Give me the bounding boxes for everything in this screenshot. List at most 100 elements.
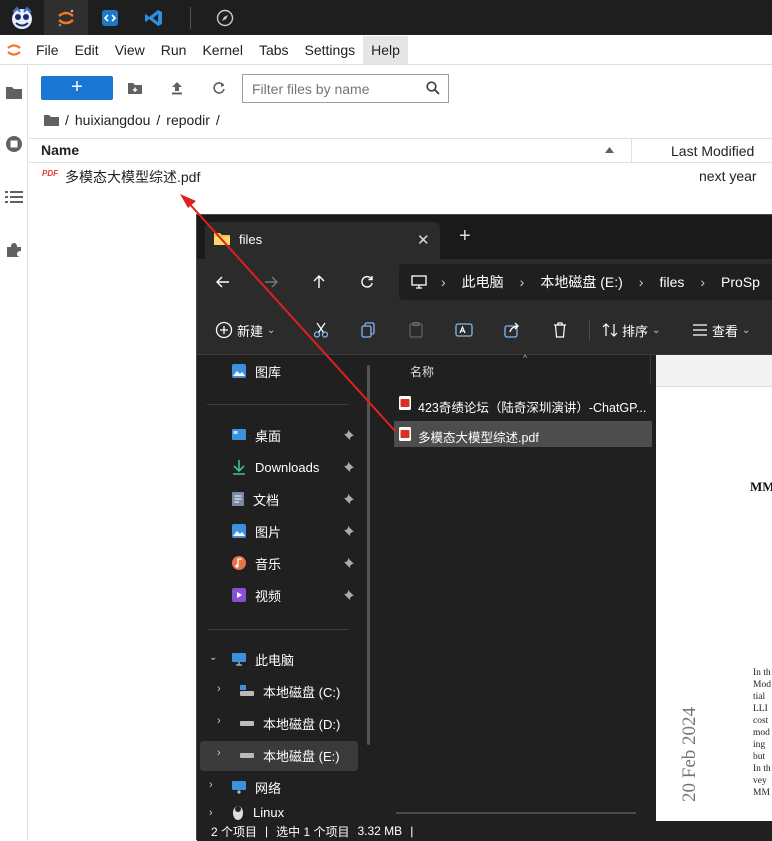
refresh-icon[interactable] (353, 268, 381, 296)
nav-desktop-label: 桌面 (255, 428, 282, 444)
chevron-right-icon[interactable]: › (209, 807, 213, 819)
jupyter-tab-icon[interactable] (44, 0, 88, 35)
upload-icon[interactable] (167, 78, 187, 98)
address-this-pc[interactable]: 此电脑 (462, 272, 504, 292)
nav-drive-d[interactable]: 本地磁盘 (D:) (239, 711, 369, 735)
menu-settings[interactable]: Settings (297, 36, 364, 64)
new-button[interactable]: 新建 ⌄ (215, 319, 275, 341)
nav-scrollbar[interactable] (367, 365, 370, 745)
delete-icon[interactable] (553, 319, 567, 341)
file-row[interactable]: PDF 多模态大模型综述.pdf next year (29, 164, 772, 186)
new-folder-icon[interactable] (125, 78, 145, 98)
nav-documents[interactable]: 文档 (231, 487, 361, 511)
chevron-right-icon[interactable]: › (209, 779, 213, 791)
chevron-right-icon: › (441, 274, 446, 290)
copy-icon[interactable] (360, 319, 376, 341)
nav-this-pc[interactable]: 此电脑 (231, 647, 361, 671)
pin-icon[interactable] (343, 429, 355, 441)
address-bar[interactable]: › 此电脑 › 本地磁盘 (E:) › files › ProSp (399, 264, 772, 300)
filter-files-input[interactable]: Filter files by name (242, 74, 449, 103)
sort-button[interactable]: 排序 ⌄ (602, 319, 660, 341)
preview-line: ing (753, 740, 766, 750)
paste-icon[interactable] (409, 319, 423, 341)
pin-icon[interactable] (343, 461, 355, 473)
tab-title: files (239, 232, 263, 247)
code-editor-icon[interactable] (88, 0, 132, 35)
chevron-right-icon: › (519, 274, 525, 290)
breadcrumb-separator: / (215, 112, 220, 128)
column-divider (650, 355, 651, 385)
nav-music[interactable]: 音乐 (231, 551, 361, 575)
view-label: 查看 (712, 323, 739, 339)
nav-desktop[interactable]: 桌面 (231, 423, 361, 447)
extensions-icon[interactable] (2, 238, 26, 262)
cut-icon[interactable] (313, 319, 329, 341)
view-button[interactable]: 查看 ⌄ (692, 319, 750, 341)
address-prosp[interactable]: ProSp (721, 274, 760, 290)
menu-kernel[interactable]: Kernel (194, 36, 250, 64)
menu-edit[interactable]: Edit (67, 36, 107, 64)
vscode-icon[interactable] (132, 0, 176, 35)
column-name[interactable]: Name (41, 142, 79, 158)
running-kernels-icon[interactable] (2, 132, 26, 156)
new-launcher-button[interactable]: + (41, 76, 113, 100)
chevron-down-icon[interactable]: ⌄ (209, 652, 217, 663)
pin-icon[interactable] (343, 557, 355, 569)
back-arrow-icon[interactable] (209, 268, 237, 296)
sort-up-icon[interactable]: ^ (523, 353, 527, 363)
share-icon[interactable] (504, 319, 520, 341)
close-tab-icon[interactable]: ✕ (417, 231, 430, 249)
status-separator: | (265, 824, 269, 838)
horizontal-scrollbar[interactable] (396, 812, 636, 814)
arrow-head (180, 194, 196, 208)
new-tab-icon[interactable]: + (459, 226, 471, 246)
column-name[interactable]: 名称 (410, 363, 434, 380)
pin-icon[interactable] (343, 493, 355, 505)
command-divider (589, 319, 590, 341)
pin-icon[interactable] (343, 589, 355, 601)
chevron-right-icon[interactable]: › (217, 683, 221, 695)
nav-network[interactable]: 网络 (231, 775, 361, 799)
nav-drive-e[interactable]: 本地磁盘 (E:) (239, 743, 369, 767)
chevron-right-icon: › (700, 274, 706, 290)
sort-ascending-icon[interactable] (605, 147, 614, 153)
refresh-icon[interactable] (209, 78, 229, 98)
menu-file[interactable]: File (28, 36, 67, 64)
file-row-selected[interactable]: 多模态大模型综述.pdf (394, 421, 652, 447)
nav-videos[interactable]: 视频 (231, 583, 361, 607)
nav-gallery[interactable]: 图库 (231, 359, 361, 383)
menu-run[interactable]: Run (153, 36, 195, 64)
pin-icon[interactable] (343, 525, 355, 537)
rename-icon[interactable] (455, 319, 473, 341)
forward-arrow-icon[interactable] (257, 268, 285, 296)
address-files[interactable]: files (659, 274, 684, 290)
table-of-contents-icon[interactable] (2, 185, 26, 209)
up-arrow-icon[interactable] (305, 268, 333, 296)
nav-drive-c[interactable]: 本地磁盘 (C:) (239, 679, 369, 703)
nav-linux[interactable]: Linux (231, 803, 361, 821)
chevron-right-icon[interactable]: › (217, 715, 221, 727)
folder-icon[interactable] (2, 80, 26, 104)
preview-toolbar (656, 355, 772, 387)
breadcrumb-huixiangdou[interactable]: huixiangdou (75, 112, 151, 128)
nav-documents-label: 文档 (253, 492, 280, 508)
nav-downloads[interactable]: Downloads (231, 455, 361, 479)
search-icon (426, 81, 440, 95)
nav-pictures[interactable]: 图片 (231, 519, 361, 543)
preview-line: Mod (753, 680, 771, 690)
nav-network-label: 网络 (255, 780, 282, 796)
menu-view[interactable]: View (107, 36, 153, 64)
file-row-chatgpt[interactable]: 423奇绩论坛（陆奇深圳演讲）-ChatGP... (394, 391, 652, 417)
menu-help[interactable]: Help (363, 36, 408, 64)
address-drive-e[interactable]: 本地磁盘 (E:) (540, 272, 622, 292)
compass-icon[interactable] (203, 0, 247, 35)
breadcrumb-repodir[interactable]: repodir (166, 112, 210, 128)
explorer-tab[interactable]: files ✕ (205, 222, 440, 259)
app-logo-icon[interactable] (0, 0, 44, 35)
menu-tabs[interactable]: Tabs (251, 36, 297, 64)
chevron-right-icon[interactable]: › (217, 747, 221, 759)
explorer-command-bar: 新建 ⌄ 排序 ⌄ 查看 ⌄ (197, 305, 772, 355)
file-name: 多模态大模型综述.pdf (65, 169, 201, 185)
home-folder-icon[interactable] (44, 114, 59, 126)
column-last-modified[interactable]: Last Modified (671, 143, 754, 159)
